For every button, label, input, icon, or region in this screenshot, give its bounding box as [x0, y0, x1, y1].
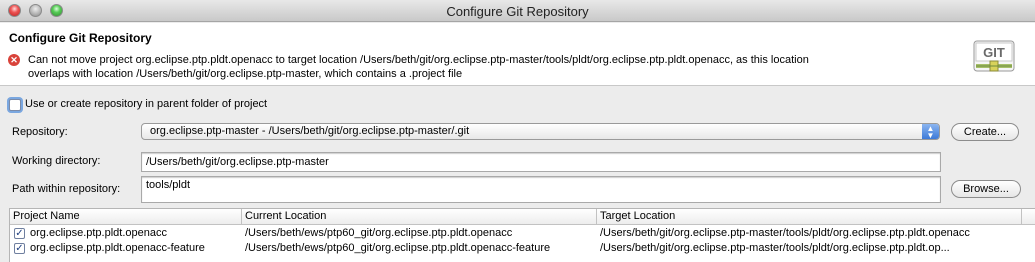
select-arrows-icon: ▲ ▼ [922, 124, 939, 140]
project-name-cell: org.eclipse.ptp.pldt.openacc [30, 227, 167, 239]
dialog-header: Configure Git Repository ✕ Can not move … [0, 23, 1035, 86]
git-logo-text: GIT [983, 45, 1005, 60]
working-directory-field[interactable]: /Users/beth/git/org.eclipse.ptp-master [141, 152, 941, 172]
browse-button[interactable]: Browse... [951, 180, 1021, 198]
repository-select-value: org.eclipse.ptp-master - /Users/beth/git… [150, 125, 470, 137]
error-message: Can not move project org.eclipse.ptp.pld… [28, 53, 968, 81]
table-row[interactable]: ✓ org.eclipse.ptp.pldt.openacc /Users/be… [10, 226, 1035, 241]
configure-git-dialog: Configure Git Repository Configure Git R… [0, 0, 1035, 262]
error-icon: ✕ [8, 54, 20, 66]
target-location-cell: /Users/beth/git/org.eclipse.ptp-master/t… [600, 242, 950, 254]
projects-table: Project Name Current Location Target Loc… [9, 208, 1035, 262]
create-button[interactable]: Create... [951, 123, 1019, 141]
row-checkbox[interactable]: ✓ [14, 243, 25, 254]
current-location-cell: /Users/beth/ews/ptp60_git/org.eclipse.pt… [245, 242, 551, 254]
column-divider[interactable] [1021, 209, 1022, 225]
header-title: Configure Git Repository [9, 31, 152, 45]
parent-repo-checkbox[interactable] [9, 99, 21, 111]
column-divider[interactable] [596, 209, 597, 225]
row-checkbox[interactable]: ✓ [14, 228, 25, 239]
error-message-line-2: overlaps with location /Users/beth/git/o… [28, 68, 463, 80]
current-location-cell: /Users/beth/ews/ptp60_git/org.eclipse.pt… [245, 227, 513, 239]
column-header-target-location[interactable]: Target Location [600, 210, 675, 222]
table-row[interactable]: ✓ org.eclipse.ptp.pldt.openacc-feature /… [10, 241, 1035, 256]
repository-select[interactable]: org.eclipse.ptp-master - /Users/beth/git… [141, 123, 940, 140]
target-location-cell: /Users/beth/git/org.eclipse.ptp-master/t… [600, 227, 970, 239]
window-title: Configure Git Repository [446, 4, 589, 19]
git-logo-icon: GIT [973, 40, 1015, 72]
repository-label: Repository: [12, 126, 68, 138]
path-within-repo-field[interactable]: tools/pldt [141, 176, 941, 203]
project-name-cell: org.eclipse.ptp.pldt.openacc-feature [30, 242, 205, 254]
path-within-repo-label: Path within repository: [12, 183, 121, 195]
column-divider[interactable] [241, 209, 242, 225]
column-header-project-name[interactable]: Project Name [13, 210, 80, 222]
title-bar[interactable]: Configure Git Repository [0, 0, 1035, 22]
error-message-line-1: Can not move project org.eclipse.ptp.pld… [28, 54, 809, 66]
parent-repo-label: Use or create repository in parent folde… [25, 98, 268, 110]
table-header: Project Name Current Location Target Loc… [10, 209, 1035, 225]
column-header-current-location[interactable]: Current Location [245, 210, 326, 222]
working-directory-label: Working directory: [12, 155, 101, 167]
